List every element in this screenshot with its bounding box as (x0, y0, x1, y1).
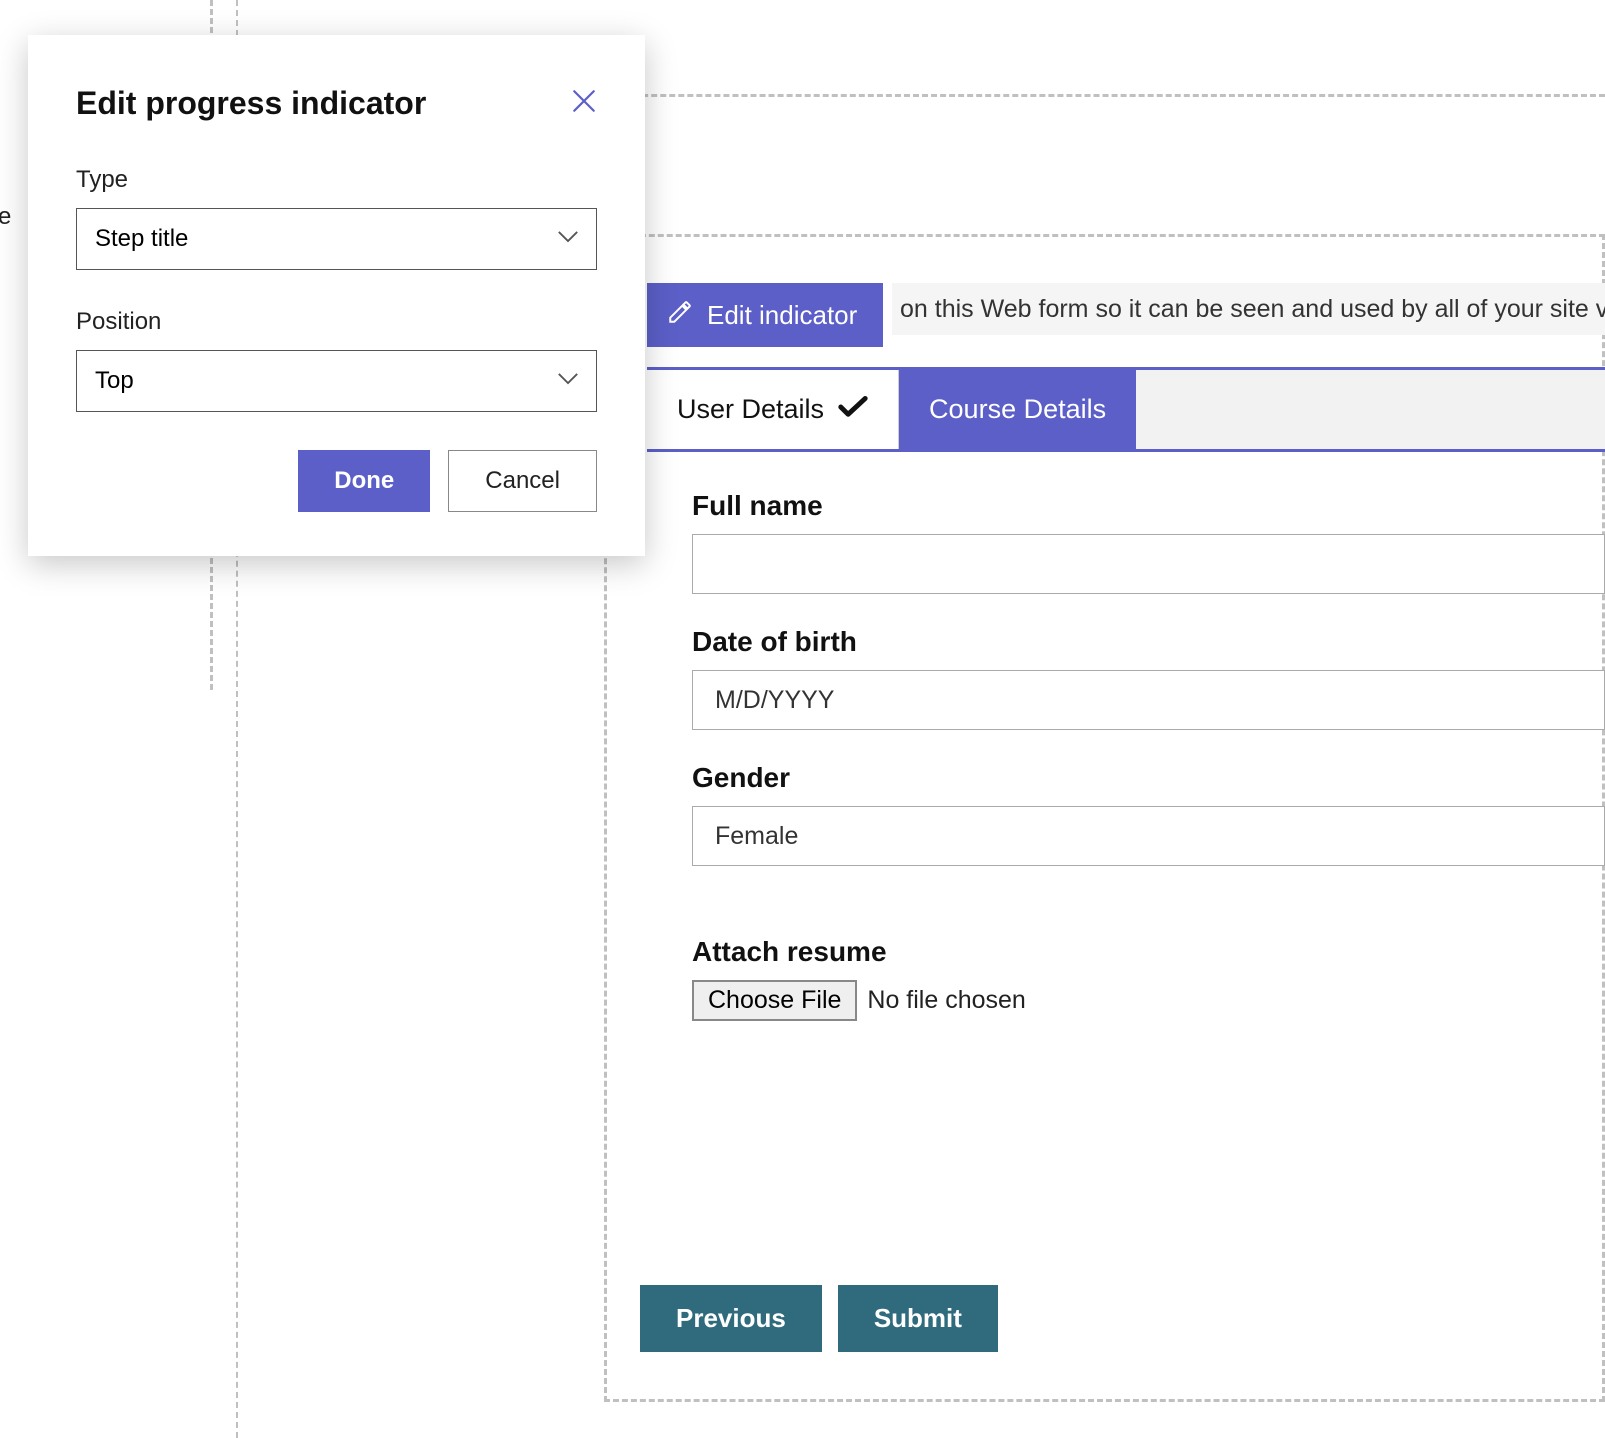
choose-file-button[interactable]: Choose File (692, 980, 857, 1021)
full-name-label: Full name (692, 490, 1605, 522)
tab-course-details[interactable]: Course Details (899, 370, 1136, 449)
modal-title: Edit progress indicator (76, 85, 426, 122)
position-select[interactable] (76, 350, 597, 412)
gender-label: Gender (692, 762, 1605, 794)
gender-select[interactable] (692, 806, 1605, 866)
truncated-text-left: e (0, 203, 11, 231)
tab-course-details-label: Course Details (929, 394, 1106, 425)
info-banner-text: on this Web form so it can be seen and u… (900, 295, 1605, 324)
type-label: Type (76, 166, 597, 194)
progress-tabs: User Details Course Details (647, 367, 1605, 452)
check-icon (838, 394, 868, 425)
type-select[interactable] (76, 208, 597, 270)
edit-progress-indicator-modal: Edit progress indicator Type Position Do… (28, 35, 645, 556)
form-area: Full name Date of birth Gender Attach re… (692, 490, 1605, 1053)
previous-button[interactable]: Previous (640, 1285, 822, 1352)
file-status-text: No file chosen (867, 986, 1025, 1015)
form-nav-buttons: Previous Submit (640, 1285, 998, 1352)
submit-button[interactable]: Submit (838, 1285, 998, 1352)
tab-user-details[interactable]: User Details (647, 370, 899, 449)
full-name-input[interactable] (692, 534, 1605, 594)
edit-indicator-button[interactable]: Edit indicator (647, 283, 883, 347)
close-icon (571, 101, 597, 118)
edit-indicator-label: Edit indicator (707, 300, 857, 331)
pencil-icon (667, 299, 693, 332)
dob-label: Date of birth (692, 626, 1605, 658)
done-button[interactable]: Done (298, 450, 430, 512)
position-label: Position (76, 308, 597, 336)
cancel-button[interactable]: Cancel (448, 450, 597, 512)
close-button[interactable] (571, 88, 597, 119)
attach-resume-label: Attach resume (692, 936, 1605, 968)
info-banner: on this Web form so it can be seen and u… (892, 283, 1605, 335)
dob-input[interactable] (692, 670, 1605, 730)
tab-user-details-label: User Details (677, 394, 824, 425)
